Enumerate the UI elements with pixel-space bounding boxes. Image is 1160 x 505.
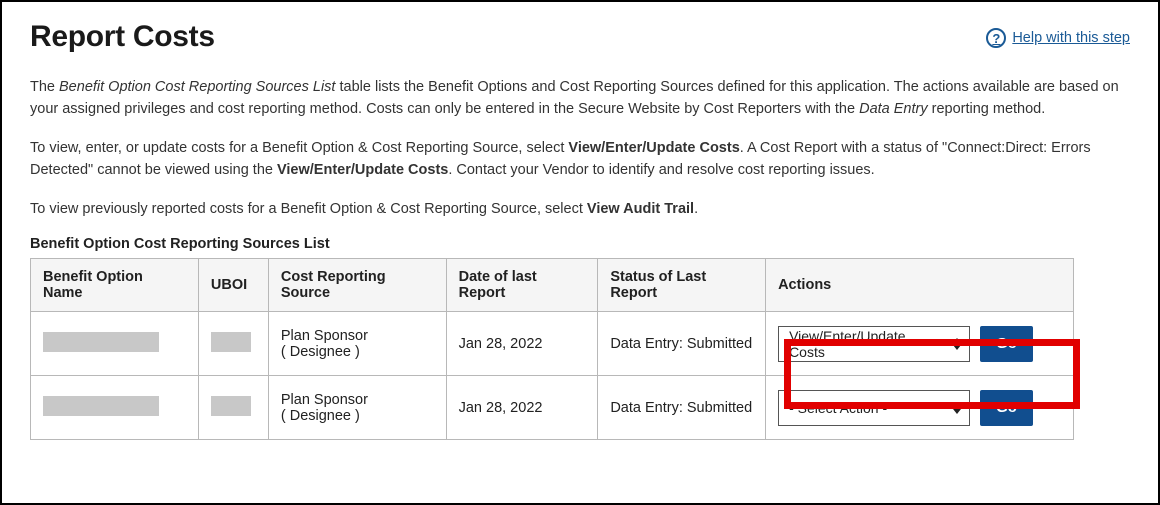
intro-p3: To view previously reported costs for a … (30, 198, 1130, 220)
sort-caret-icon (953, 338, 961, 350)
cell-actions: - Select Action - Go (766, 376, 1074, 440)
sources-table: Benefit Option Name UBOI Cost Reporting … (30, 258, 1074, 440)
cell-source: Plan Sponsor ( Designee ) (268, 312, 446, 376)
go-button[interactable]: Go (980, 390, 1033, 426)
col-actions: Actions (766, 259, 1074, 312)
cell-date: Jan 28, 2022 (446, 312, 598, 376)
cell-status: Data Entry: Submitted (598, 376, 766, 440)
source-line1: Plan Sponsor (281, 328, 368, 344)
intro-p1: The Benefit Option Cost Reporting Source… (30, 76, 1130, 121)
action-select[interactable]: - Select Action - (778, 390, 970, 426)
redacted-uboi (211, 332, 251, 352)
action-select-value: - Select Action - (789, 400, 887, 416)
redacted-benefit-name (43, 396, 159, 416)
source-line1: Plan Sponsor (281, 392, 368, 408)
help-link-label: Help with this step (1012, 30, 1130, 46)
help-icon: ? (986, 28, 1006, 48)
sort-caret-icon (953, 402, 961, 414)
col-cost-reporting-source: Cost Reporting Source (268, 259, 446, 312)
action-select[interactable]: View/Enter/Update Costs (778, 326, 970, 362)
table-row: Plan Sponsor ( Designee ) Jan 28, 2022 D… (31, 376, 1074, 440)
intro-p2: To view, enter, or update costs for a Be… (30, 137, 1130, 182)
cell-status: Data Entry: Submitted (598, 312, 766, 376)
intro-text: The Benefit Option Cost Reporting Source… (30, 76, 1130, 220)
col-status-last-report: Status of Last Report (598, 259, 766, 312)
go-button[interactable]: Go (980, 326, 1033, 362)
cell-actions: View/Enter/Update Costs Go (766, 312, 1074, 376)
redacted-benefit-name (43, 332, 159, 352)
page-title: Report Costs (30, 20, 215, 54)
source-line2: ( Designee ) (281, 344, 360, 360)
cell-source: Plan Sponsor ( Designee ) (268, 376, 446, 440)
page-frame: Report Costs ? Help with this step The B… (0, 0, 1160, 505)
help-link[interactable]: ? Help with this step (986, 28, 1130, 48)
table-row: Plan Sponsor ( Designee ) Jan 28, 2022 D… (31, 312, 1074, 376)
action-select-value: View/Enter/Update Costs (789, 328, 943, 360)
source-line2: ( Designee ) (281, 408, 360, 424)
col-date-last-report: Date of last Report (446, 259, 598, 312)
table-caption: Benefit Option Cost Reporting Sources Li… (30, 236, 1130, 252)
redacted-uboi (211, 396, 251, 416)
col-uboi: UBOI (198, 259, 268, 312)
col-benefit-option-name: Benefit Option Name (31, 259, 199, 312)
cell-date: Jan 28, 2022 (446, 376, 598, 440)
